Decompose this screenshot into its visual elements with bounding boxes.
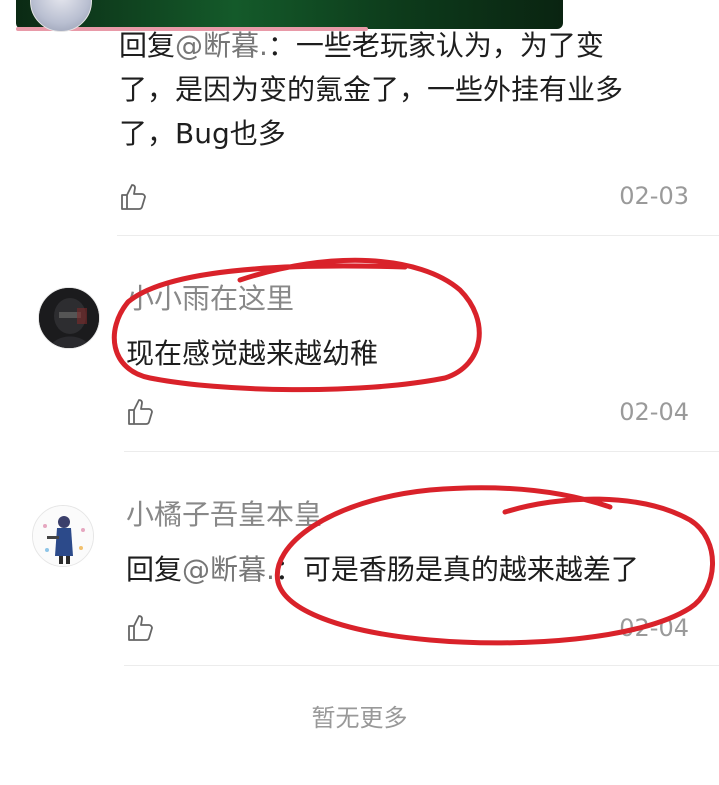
comment-text-part: 了，Bug也多 [119,117,286,150]
divider [117,235,719,236]
thumbs-up-icon[interactable] [126,613,156,643]
comment-text: 现在感觉越来越幼稚 [126,337,379,370]
avatar[interactable] [32,505,94,567]
reply-prefix: 回复 [119,29,176,62]
avatar[interactable] [38,287,100,349]
comment-text-part: 了，是因为变的氪金了，一些外挂有业多 [119,73,624,106]
divider [124,665,719,666]
avatar-illustration [39,288,99,348]
comment-text-part: ：可是香肠是真的越来越差了 [274,553,639,586]
comment-text-part: ：一些老玩家认为，为了变 [267,29,604,62]
comment-text: 回复@断暮.：可是香肠是真的越来越差了 [126,548,686,592]
no-more-label: 暂无更多 [311,704,408,732]
divider [124,451,719,452]
mention-link[interactable]: @断暮. [182,553,275,586]
comment-date: 02-04 [619,614,689,642]
comment-date: 02-04 [619,398,689,426]
reply-prefix: 回复 [126,553,183,586]
thumbs-up-icon[interactable] [126,397,156,427]
comment-text: 回复@断暮.：一些老玩家认为，为了变 了，是因为变的氪金了，一些外挂有业多 了，… [119,24,679,156]
thumbs-up-icon[interactable] [119,182,149,212]
avatar-illustration [33,506,93,566]
comment-date: 02-03 [619,182,689,210]
mention-link[interactable]: @断暮. [175,29,268,62]
username[interactable]: 小橘子吾皇本皇 [126,495,322,535]
username[interactable]: 小小雨在这里 [126,279,294,319]
